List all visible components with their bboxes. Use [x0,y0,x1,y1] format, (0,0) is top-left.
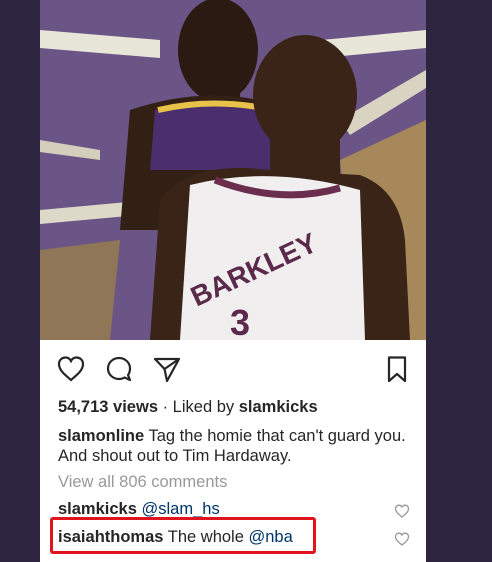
liked-by-user[interactable]: slamkicks [239,398,318,416]
svg-text:3: 3 [230,302,250,340]
action-bar [40,340,426,398]
view-all-comments-link[interactable]: View all 806 comments [58,473,227,492]
comment-mention[interactable]: @slam_hs [142,500,220,518]
small-heart-icon[interactable] [394,503,410,519]
highlight-annotation [50,517,316,554]
heart-icon[interactable] [56,354,86,384]
photo-illustration: BARKLEY 3 [40,0,426,340]
paper-plane-icon[interactable] [152,354,182,384]
post-caption: slamonline Tag the homie that can't guar… [58,426,408,466]
caption-username[interactable]: slamonline [58,427,144,445]
liked-prefix: · Liked by [162,398,235,416]
comment-bubble-icon[interactable] [104,354,134,384]
small-heart-icon[interactable] [394,531,410,547]
views-line: 54,713 views · Liked by slamkicks [58,398,318,417]
post-photo[interactable]: BARKLEY 3 [40,0,426,340]
comment-username[interactable]: slamkicks [58,500,137,518]
instagram-post: BARKLEY 3 54,713 views · Liked by slamki… [40,0,426,562]
bookmark-icon[interactable] [382,354,412,384]
views-count[interactable]: 54,713 views [58,398,158,416]
screenshot-page: BARKLEY 3 54,713 views · Liked by slamki… [0,0,492,562]
